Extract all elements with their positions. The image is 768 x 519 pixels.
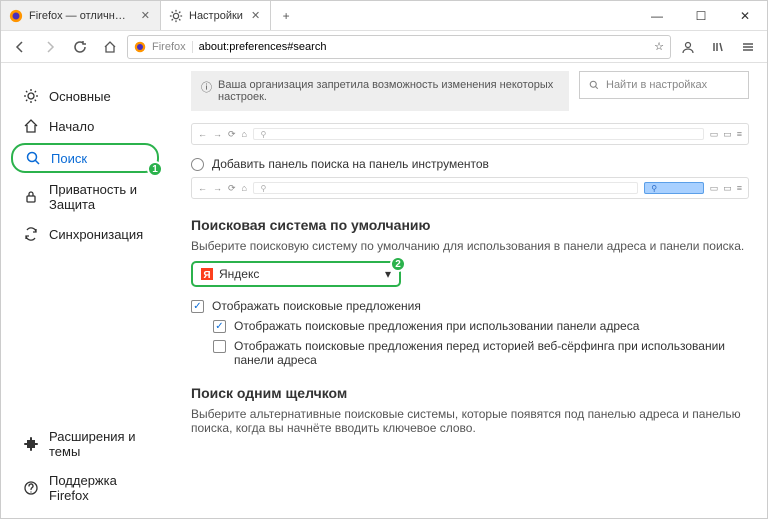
search-icon bbox=[588, 79, 600, 91]
tab-settings[interactable]: Настройки ✕ bbox=[161, 1, 271, 30]
url-input[interactable] bbox=[199, 41, 649, 53]
section-title-oneclick: Поиск одним щелчком bbox=[191, 385, 749, 401]
bookmark-icon[interactable]: ☆ bbox=[654, 40, 664, 53]
checkbox-label: Отображать поисковые предложения bbox=[212, 299, 421, 313]
new-tab-button[interactable]: + bbox=[271, 1, 301, 30]
gear-icon bbox=[169, 9, 183, 23]
checkbox-suggestions[interactable]: ✓ Отображать поисковые предложения bbox=[191, 299, 749, 313]
firefox-icon bbox=[9, 9, 23, 23]
close-button[interactable]: ✕ bbox=[723, 1, 767, 30]
titlebar: Firefox — отличный браузер д ✕ Настройки… bbox=[1, 1, 767, 31]
urlbar-preview-plain: ←→⟳⌂ ⚲ ▭▭≡ bbox=[191, 123, 749, 145]
close-icon[interactable]: ✕ bbox=[249, 9, 262, 22]
home-icon bbox=[23, 118, 39, 134]
url-bar[interactable]: Firefox ☆ bbox=[127, 35, 671, 59]
window-controls: — ☐ ✕ bbox=[635, 1, 767, 30]
sidebar-label: Расширения и темы bbox=[49, 429, 159, 459]
main-content: ⓘ Ваша организация запретила возможность… bbox=[169, 63, 767, 518]
org-notice: ⓘ Ваша организация запретила возможность… bbox=[191, 71, 569, 111]
sidebar-item-extensions[interactable]: Расширения и темы bbox=[1, 422, 169, 466]
sidebar: Основные Начало Поиск 1 Приватность и За… bbox=[1, 63, 169, 518]
reload-button[interactable] bbox=[67, 34, 93, 60]
firefox-icon bbox=[134, 41, 146, 53]
sidebar-item-privacy[interactable]: Приватность и Защита bbox=[1, 175, 169, 219]
account-button[interactable] bbox=[675, 34, 701, 60]
find-in-settings[interactable]: Найти в настройках bbox=[579, 71, 749, 99]
gear-icon bbox=[23, 88, 39, 104]
lock-icon bbox=[23, 189, 39, 205]
urlbar-preview-search: ←→⟳⌂ ⚲ ⚲ ▭▭≡ bbox=[191, 177, 749, 199]
callout-badge-1: 1 bbox=[147, 161, 163, 177]
sidebar-label: Поиск bbox=[51, 151, 87, 166]
radio-add-searchbar[interactable]: Добавить панель поиска на панель инструм… bbox=[191, 157, 749, 171]
search-icon bbox=[25, 150, 41, 166]
sidebar-item-general[interactable]: Основные bbox=[1, 81, 169, 111]
sidebar-item-search[interactable]: Поиск 1 bbox=[11, 143, 159, 173]
sidebar-item-sync[interactable]: Синхронизация bbox=[1, 219, 169, 249]
checkbox-label: Отображать поисковые предложения при исп… bbox=[234, 319, 639, 333]
forward-button[interactable] bbox=[37, 34, 63, 60]
tab-label: Firefox — отличный браузер д bbox=[29, 10, 133, 22]
sidebar-label: Основные bbox=[49, 89, 111, 104]
url-prefix: Firefox bbox=[152, 41, 193, 53]
tab-firefox[interactable]: Firefox — отличный браузер д ✕ bbox=[1, 1, 161, 30]
sidebar-label: Приватность и Защита bbox=[49, 182, 159, 212]
maximize-button[interactable]: ☐ bbox=[679, 1, 723, 30]
sidebar-item-home[interactable]: Начало bbox=[1, 111, 169, 141]
checkbox-suggest-urlbar[interactable]: ✓ Отображать поисковые предложения при и… bbox=[213, 319, 749, 333]
checkbox-label: Отображать поисковые предложения перед и… bbox=[234, 339, 749, 367]
checkbox-unchecked-icon bbox=[213, 340, 226, 353]
engine-name: Яндекс bbox=[219, 267, 259, 281]
help-icon bbox=[23, 480, 39, 496]
library-button[interactable] bbox=[705, 34, 731, 60]
checkbox-suggest-before-history[interactable]: Отображать поисковые предложения перед и… bbox=[213, 339, 749, 367]
checkbox-checked-icon: ✓ bbox=[213, 320, 226, 333]
radio-icon bbox=[191, 158, 204, 171]
toolbar: Firefox ☆ bbox=[1, 31, 767, 63]
minimize-button[interactable]: — bbox=[635, 1, 679, 30]
yandex-icon: Я bbox=[201, 268, 213, 280]
sidebar-label: Начало bbox=[49, 119, 94, 134]
section-title-default: Поисковая система по умолчанию bbox=[191, 217, 749, 233]
section-desc-default: Выберите поисковую систему по умолчанию … bbox=[191, 239, 749, 253]
back-button[interactable] bbox=[7, 34, 33, 60]
tab-label: Настройки bbox=[189, 10, 243, 22]
sync-icon bbox=[23, 226, 39, 242]
home-button[interactable] bbox=[97, 34, 123, 60]
find-placeholder: Найти в настройках bbox=[606, 79, 707, 91]
checkbox-checked-icon: ✓ bbox=[191, 300, 204, 313]
notice-text: Ваша организация запретила возможность и… bbox=[218, 79, 559, 103]
close-icon[interactable]: ✕ bbox=[139, 9, 152, 22]
sidebar-item-support[interactable]: Поддержка Firefox bbox=[1, 466, 169, 510]
menu-button[interactable] bbox=[735, 34, 761, 60]
chevron-down-icon: ▾ bbox=[385, 267, 391, 281]
callout-badge-2: 2 bbox=[390, 256, 406, 272]
default-engine-dropdown[interactable]: Я Яндекс ▾ 2 bbox=[191, 261, 401, 287]
sidebar-label: Поддержка Firefox bbox=[49, 473, 159, 503]
info-icon: ⓘ bbox=[201, 79, 212, 103]
section-desc-oneclick: Выберите альтернативные поисковые систем… bbox=[191, 407, 749, 435]
sidebar-label: Синхронизация bbox=[49, 227, 143, 242]
svg-text:Я: Я bbox=[203, 270, 210, 280]
puzzle-icon bbox=[23, 436, 39, 452]
radio-label: Добавить панель поиска на панель инструм… bbox=[212, 157, 489, 171]
